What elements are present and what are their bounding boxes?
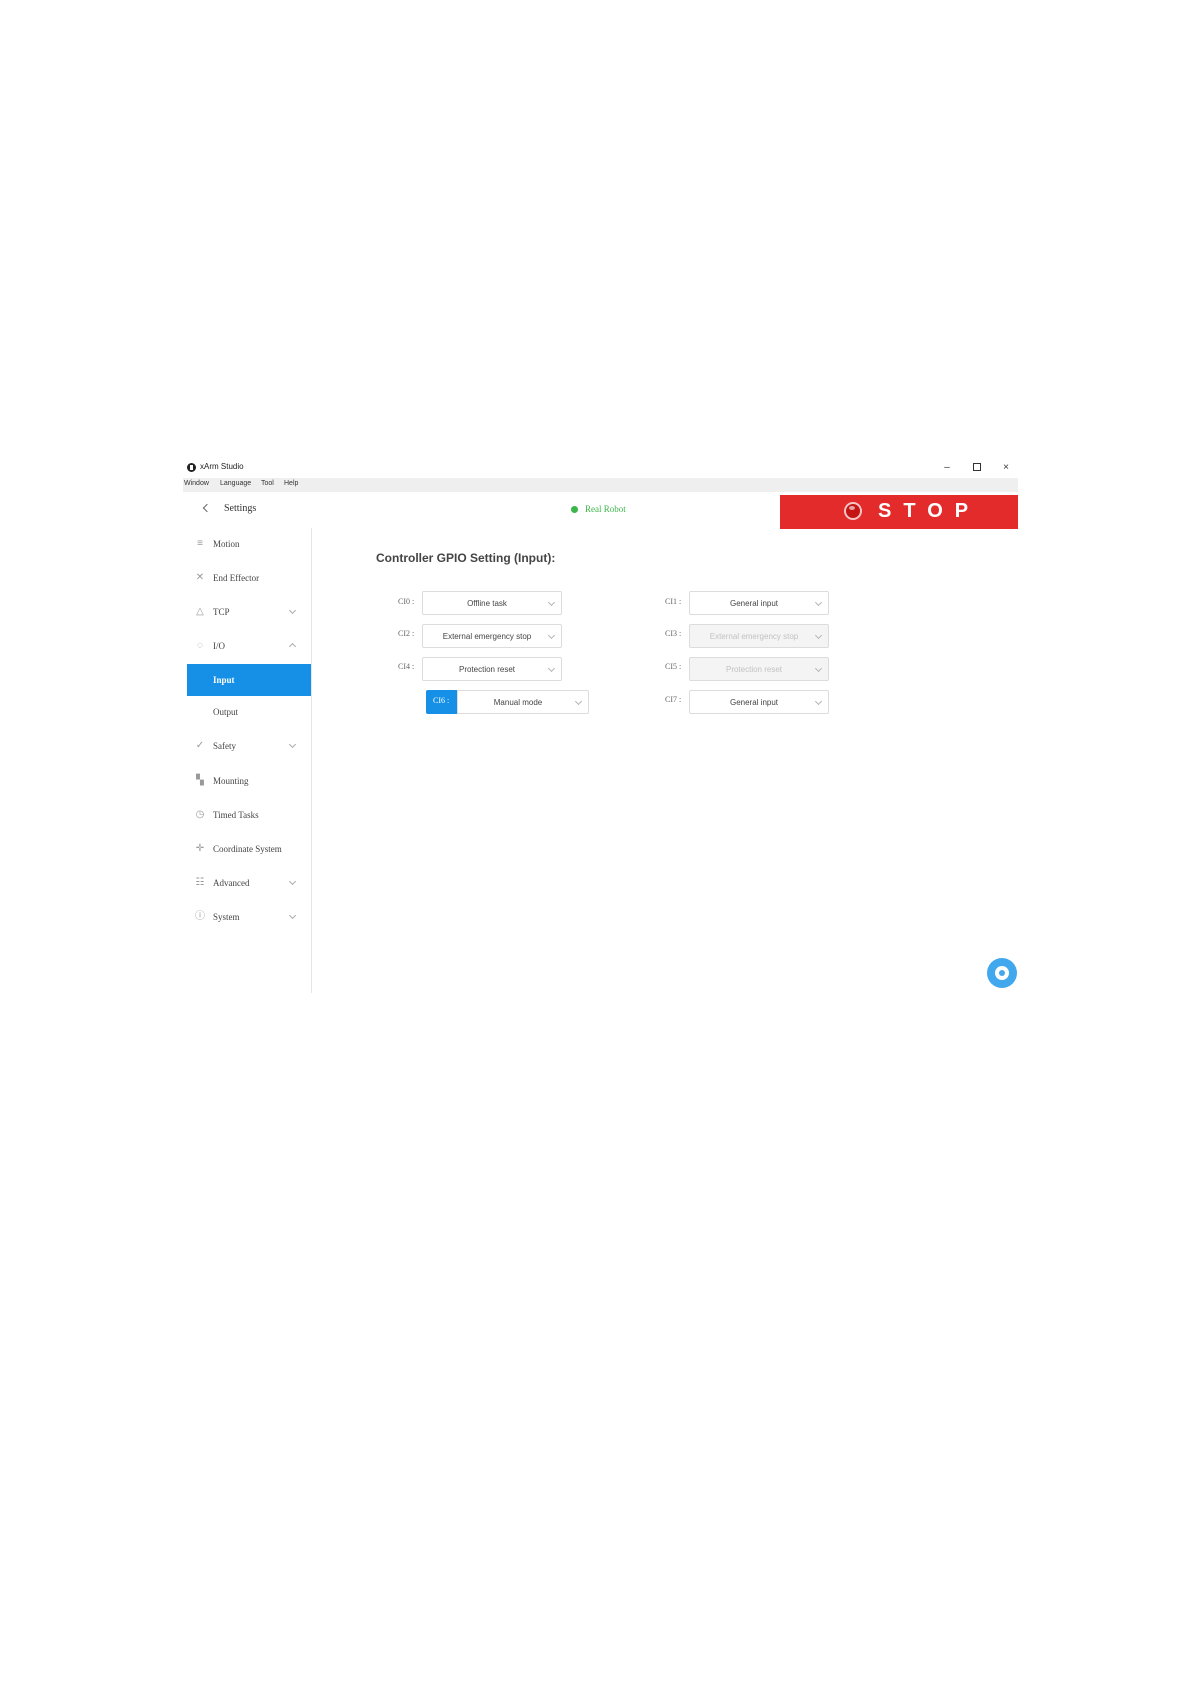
sidebar-item-input[interactable]: Input — [187, 664, 311, 696]
sidebar: ≡ Motion ✕ End Effector △ TCP ◌ I/O Inpu… — [187, 528, 312, 993]
app-logo-icon — [187, 463, 196, 472]
sidebar-item-label: I/O — [213, 641, 225, 651]
sidebar-item-label: Safety — [213, 741, 236, 751]
sidebar-item-system[interactable]: ⓘ System — [187, 901, 311, 933]
close-button[interactable]: × — [996, 460, 1016, 476]
gpio-select-ci6[interactable]: Manual mode — [457, 690, 589, 714]
gpio-label-ci1: CI1 : — [665, 597, 682, 606]
sidebar-item-tcp[interactable]: △ TCP — [187, 596, 311, 628]
connection-status: Real Robot — [585, 504, 626, 514]
gpio-select-value: Protection reset — [725, 665, 783, 674]
motion-icon: ≡ — [197, 538, 203, 549]
gpio-select-ci0[interactable]: Offline task — [422, 591, 562, 615]
triangle-icon: △ — [196, 606, 204, 617]
sidebar-item-label: Timed Tasks — [213, 810, 259, 820]
gpio-select-value: General input — [729, 599, 779, 608]
app-window: xArm Studio – × Window Language Tool Hel… — [183, 458, 1018, 993]
connection-status-icon — [571, 506, 578, 513]
stop-label: STOP — [878, 500, 981, 522]
gpio-select-value: General input — [729, 698, 779, 707]
settings-header: Settings Real Robot STOP — [183, 492, 1018, 529]
mounting-icon: ▚ — [196, 775, 204, 786]
section-title: Controller GPIO Setting (Input): — [376, 551, 556, 565]
advanced-settings-icon: ☷ — [195, 877, 205, 888]
emergency-stop-button[interactable]: STOP — [780, 495, 1018, 529]
gpio-label-ci2: CI2 : — [398, 629, 415, 638]
safety-check-icon: ✓ — [195, 740, 205, 751]
sidebar-item-label: Mounting — [213, 776, 249, 786]
sidebar-item-advanced[interactable]: ☷ Advanced — [187, 867, 311, 899]
menu-help[interactable]: Help — [284, 480, 298, 487]
gpio-select-value: External emergency stop — [442, 632, 532, 641]
sidebar-item-label: Output — [213, 707, 239, 717]
gpio-select-value: Manual mode — [493, 698, 543, 707]
clock-icon: ◷ — [195, 809, 205, 820]
sidebar-item-safety[interactable]: ✓ Safety — [187, 730, 311, 762]
sidebar-item-timed-tasks[interactable]: ◷ Timed Tasks — [187, 799, 311, 831]
sidebar-item-coordinate-system[interactable]: ✛ Coordinate System — [187, 833, 311, 865]
sidebar-item-label: System — [213, 912, 240, 922]
gpio-select-ci3: External emergency stop — [689, 624, 829, 648]
gpio-select-value: Offline task — [467, 599, 507, 608]
menu-bar: Window Language Tool Help — [183, 478, 1018, 492]
sidebar-item-output[interactable]: Output — [187, 696, 311, 728]
gpio-label-ci5: CI5 : — [665, 662, 682, 671]
chevron-down-icon — [288, 911, 297, 920]
sidebar-item-label: Motion — [213, 539, 240, 549]
sidebar-item-end-effector[interactable]: ✕ End Effector — [187, 562, 311, 594]
sidebar-item-label: Coordinate System — [213, 844, 282, 854]
sidebar-item-label: Input — [213, 675, 235, 685]
sidebar-item-io[interactable]: ◌ I/O — [187, 630, 311, 662]
gear-icon — [995, 966, 1009, 980]
chevron-down-icon — [288, 740, 297, 749]
coordinate-icon: ✛ — [195, 843, 205, 854]
gpio-select-value: External emergency stop — [709, 632, 799, 641]
maximize-button[interactable] — [967, 460, 987, 476]
io-icon: ◌ — [197, 640, 203, 651]
sidebar-item-label: End Effector — [213, 573, 260, 583]
chevron-down-icon — [288, 606, 297, 615]
gpio-select-ci1[interactable]: General input — [689, 591, 829, 615]
gripper-icon: ✕ — [195, 572, 205, 583]
title-bar: xArm Studio – × — [183, 458, 1018, 478]
gpio-select-value: Protection reset — [458, 665, 516, 674]
gpio-select-ci5: Protection reset — [689, 657, 829, 681]
maximize-icon — [973, 463, 981, 472]
sidebar-item-mounting[interactable]: ▚ Mounting — [187, 765, 311, 797]
sidebar-item-label: TCP — [213, 607, 230, 617]
sidebar-item-label: Advanced — [213, 878, 250, 888]
gpio-label-ci0: CI0 : — [398, 597, 415, 606]
info-icon: ⓘ — [195, 911, 205, 922]
gpio-label-ci3: CI3 : — [665, 629, 682, 638]
gpio-label-ci4: CI4 : — [398, 662, 415, 671]
page-title: Settings — [224, 503, 257, 514]
gpio-select-ci2[interactable]: External emergency stop — [422, 624, 562, 648]
sidebar-item-motion[interactable]: ≡ Motion — [187, 528, 311, 560]
menu-tool[interactable]: Tool — [261, 480, 274, 487]
menu-window[interactable]: Window — [184, 480, 209, 487]
back-icon[interactable] — [202, 503, 212, 513]
gpio-select-ci4[interactable]: Protection reset — [422, 657, 562, 681]
floating-settings-button[interactable] — [987, 958, 1017, 988]
gpio-select-ci7[interactable]: General input — [689, 690, 829, 714]
window-title: xArm Studio — [200, 462, 244, 471]
gpio-label-ci6: CI6 : — [426, 690, 457, 714]
chevron-down-icon — [288, 877, 297, 886]
minimize-button[interactable]: – — [937, 460, 957, 476]
stop-icon — [844, 502, 862, 520]
menu-language[interactable]: Language — [220, 480, 251, 487]
chevron-up-icon — [288, 642, 297, 651]
gpio-label-ci7: CI7 : — [665, 695, 682, 704]
